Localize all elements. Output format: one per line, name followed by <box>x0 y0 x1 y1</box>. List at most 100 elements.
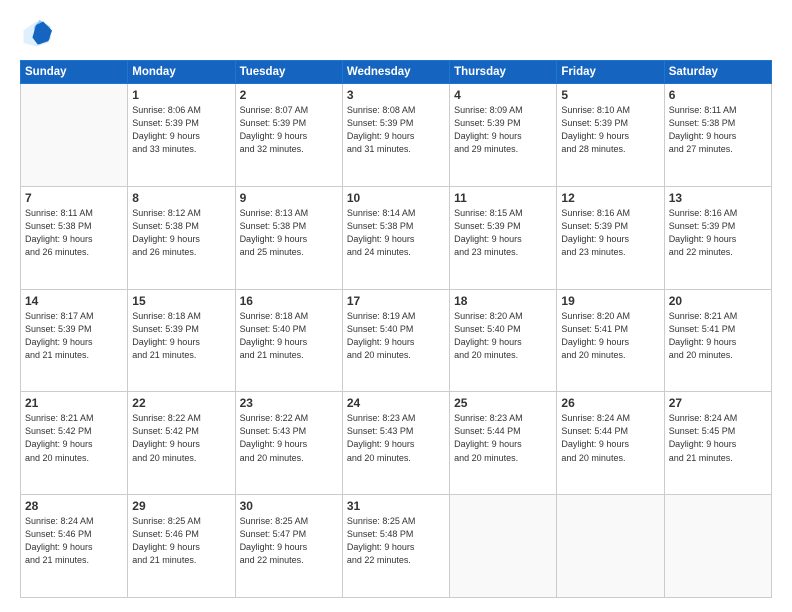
day-number: 12 <box>561 191 659 205</box>
header <box>20 18 772 50</box>
calendar-week-4: 21 Sunrise: 8:21 AMSunset: 5:42 PMDayligh… <box>21 392 772 495</box>
day-number: 11 <box>454 191 552 205</box>
day-number: 26 <box>561 396 659 410</box>
day-info: Sunrise: 8:11 AMSunset: 5:38 PMDaylight:… <box>669 104 767 156</box>
calendar-cell: 4 Sunrise: 8:09 AMSunset: 5:39 PMDaylight… <box>450 84 557 187</box>
day-number: 21 <box>25 396 123 410</box>
day-number: 1 <box>132 88 230 102</box>
day-info: Sunrise: 8:22 AMSunset: 5:42 PMDaylight:… <box>132 412 230 464</box>
calendar-cell <box>664 495 771 598</box>
calendar-cell <box>557 495 664 598</box>
logo-icon <box>20 18 52 50</box>
calendar-week-3: 14Sunrise: 8:17 AMSunset: 5:39 PMDayligh… <box>21 289 772 392</box>
calendar-cell: 23 Sunrise: 8:22 AMSunset: 5:43 PMDayligh… <box>235 392 342 495</box>
calendar-cell: 25 Sunrise: 8:23 AMSunset: 5:44 PMDayligh… <box>450 392 557 495</box>
calendar-cell: 12 Sunrise: 8:16 AMSunset: 5:39 PMDayligh… <box>557 186 664 289</box>
day-number: 25 <box>454 396 552 410</box>
calendar-cell <box>450 495 557 598</box>
day-number: 28 <box>25 499 123 513</box>
day-info: Sunrise: 8:11 AMSunset: 5:38 PMDaylight:… <box>25 207 123 259</box>
calendar-cell: 21 Sunrise: 8:21 AMSunset: 5:42 PMDayligh… <box>21 392 128 495</box>
day-info: Sunrise: 8:22 AMSunset: 5:43 PMDaylight:… <box>240 412 338 464</box>
calendar-table: SundayMondayTuesdayWednesdayThursdayFrid… <box>20 60 772 598</box>
day-info: Sunrise: 8:14 AMSunset: 5:38 PMDaylight:… <box>347 207 445 259</box>
day-info: Sunrise: 8:13 AMSunset: 5:38 PMDaylight:… <box>240 207 338 259</box>
calendar-header-friday: Friday <box>557 61 664 84</box>
calendar-cell: 17Sunrise: 8:19 AMSunset: 5:40 PMDayligh… <box>342 289 449 392</box>
logo <box>20 18 56 50</box>
day-number: 8 <box>132 191 230 205</box>
calendar-cell: 24Sunrise: 8:23 AMSunset: 5:43 PMDayligh… <box>342 392 449 495</box>
calendar-cell: 15 Sunrise: 8:18 AMSunset: 5:39 PMDayligh… <box>128 289 235 392</box>
day-number: 9 <box>240 191 338 205</box>
calendar-cell: 8Sunrise: 8:12 AMSunset: 5:38 PMDaylight… <box>128 186 235 289</box>
calendar-cell: 2Sunrise: 8:07 AMSunset: 5:39 PMDaylight… <box>235 84 342 187</box>
day-number: 15 <box>132 294 230 308</box>
day-info: Sunrise: 8:15 AMSunset: 5:39 PMDaylight:… <box>454 207 552 259</box>
calendar-header-wednesday: Wednesday <box>342 61 449 84</box>
day-number: 18 <box>454 294 552 308</box>
calendar-cell: 20 Sunrise: 8:21 AMSunset: 5:41 PMDayligh… <box>664 289 771 392</box>
day-info: Sunrise: 8:21 AMSunset: 5:41 PMDaylight:… <box>669 310 767 362</box>
calendar-cell: 1 Sunrise: 8:06 AMSunset: 5:39 PMDaylight… <box>128 84 235 187</box>
calendar-cell: 6 Sunrise: 8:11 AMSunset: 5:38 PMDaylight… <box>664 84 771 187</box>
day-number: 24 <box>347 396 445 410</box>
calendar-header-monday: Monday <box>128 61 235 84</box>
day-info: Sunrise: 8:09 AMSunset: 5:39 PMDaylight:… <box>454 104 552 156</box>
calendar-cell: 26 Sunrise: 8:24 AMSunset: 5:44 PMDayligh… <box>557 392 664 495</box>
calendar-cell: 11 Sunrise: 8:15 AMSunset: 5:39 PMDayligh… <box>450 186 557 289</box>
day-info: Sunrise: 8:21 AMSunset: 5:42 PMDaylight:… <box>25 412 123 464</box>
day-number: 27 <box>669 396 767 410</box>
day-info: Sunrise: 8:10 AMSunset: 5:39 PMDaylight:… <box>561 104 659 156</box>
day-number: 19 <box>561 294 659 308</box>
day-info: Sunrise: 8:06 AMSunset: 5:39 PMDaylight:… <box>132 104 230 156</box>
day-info: Sunrise: 8:18 AMSunset: 5:39 PMDaylight:… <box>132 310 230 362</box>
calendar-header-saturday: Saturday <box>664 61 771 84</box>
calendar-cell: 18 Sunrise: 8:20 AMSunset: 5:40 PMDayligh… <box>450 289 557 392</box>
calendar-cell: 19 Sunrise: 8:20 AMSunset: 5:41 PMDayligh… <box>557 289 664 392</box>
calendar-cell: 14Sunrise: 8:17 AMSunset: 5:39 PMDayligh… <box>21 289 128 392</box>
calendar-cell: 16Sunrise: 8:18 AMSunset: 5:40 PMDayligh… <box>235 289 342 392</box>
day-info: Sunrise: 8:16 AMSunset: 5:39 PMDaylight:… <box>669 207 767 259</box>
calendar-cell: 29 Sunrise: 8:25 AMSunset: 5:46 PMDayligh… <box>128 495 235 598</box>
calendar-week-5: 28Sunrise: 8:24 AMSunset: 5:46 PMDayligh… <box>21 495 772 598</box>
day-info: Sunrise: 8:20 AMSunset: 5:41 PMDaylight:… <box>561 310 659 362</box>
day-number: 20 <box>669 294 767 308</box>
day-number: 10 <box>347 191 445 205</box>
day-info: Sunrise: 8:08 AMSunset: 5:39 PMDaylight:… <box>347 104 445 156</box>
day-number: 6 <box>669 88 767 102</box>
day-info: Sunrise: 8:16 AMSunset: 5:39 PMDaylight:… <box>561 207 659 259</box>
calendar-header-row: SundayMondayTuesdayWednesdayThursdayFrid… <box>21 61 772 84</box>
day-info: Sunrise: 8:07 AMSunset: 5:39 PMDaylight:… <box>240 104 338 156</box>
calendar-header-thursday: Thursday <box>450 61 557 84</box>
day-number: 3 <box>347 88 445 102</box>
day-info: Sunrise: 8:20 AMSunset: 5:40 PMDaylight:… <box>454 310 552 362</box>
calendar-week-2: 7 Sunrise: 8:11 AMSunset: 5:38 PMDaylight… <box>21 186 772 289</box>
day-number: 7 <box>25 191 123 205</box>
calendar-cell: 27 Sunrise: 8:24 AMSunset: 5:45 PMDayligh… <box>664 392 771 495</box>
day-info: Sunrise: 8:19 AMSunset: 5:40 PMDaylight:… <box>347 310 445 362</box>
calendar-cell <box>21 84 128 187</box>
calendar-cell: 9 Sunrise: 8:13 AMSunset: 5:38 PMDaylight… <box>235 186 342 289</box>
day-info: Sunrise: 8:25 AMSunset: 5:46 PMDaylight:… <box>132 515 230 567</box>
calendar-cell: 31 Sunrise: 8:25 AMSunset: 5:48 PMDayligh… <box>342 495 449 598</box>
day-number: 29 <box>132 499 230 513</box>
day-number: 30 <box>240 499 338 513</box>
day-number: 31 <box>347 499 445 513</box>
day-number: 4 <box>454 88 552 102</box>
calendar-week-1: 1 Sunrise: 8:06 AMSunset: 5:39 PMDaylight… <box>21 84 772 187</box>
day-info: Sunrise: 8:24 AMSunset: 5:44 PMDaylight:… <box>561 412 659 464</box>
day-number: 5 <box>561 88 659 102</box>
page: SundayMondayTuesdayWednesdayThursdayFrid… <box>0 0 792 612</box>
calendar-cell: 3 Sunrise: 8:08 AMSunset: 5:39 PMDaylight… <box>342 84 449 187</box>
day-info: Sunrise: 8:25 AMSunset: 5:48 PMDaylight:… <box>347 515 445 567</box>
calendar-cell: 7 Sunrise: 8:11 AMSunset: 5:38 PMDaylight… <box>21 186 128 289</box>
day-number: 22 <box>132 396 230 410</box>
calendar-cell: 28Sunrise: 8:24 AMSunset: 5:46 PMDayligh… <box>21 495 128 598</box>
day-info: Sunrise: 8:23 AMSunset: 5:44 PMDaylight:… <box>454 412 552 464</box>
day-info: Sunrise: 8:17 AMSunset: 5:39 PMDaylight:… <box>25 310 123 362</box>
day-number: 16 <box>240 294 338 308</box>
calendar-cell: 5 Sunrise: 8:10 AMSunset: 5:39 PMDaylight… <box>557 84 664 187</box>
day-number: 23 <box>240 396 338 410</box>
day-info: Sunrise: 8:24 AMSunset: 5:45 PMDaylight:… <box>669 412 767 464</box>
